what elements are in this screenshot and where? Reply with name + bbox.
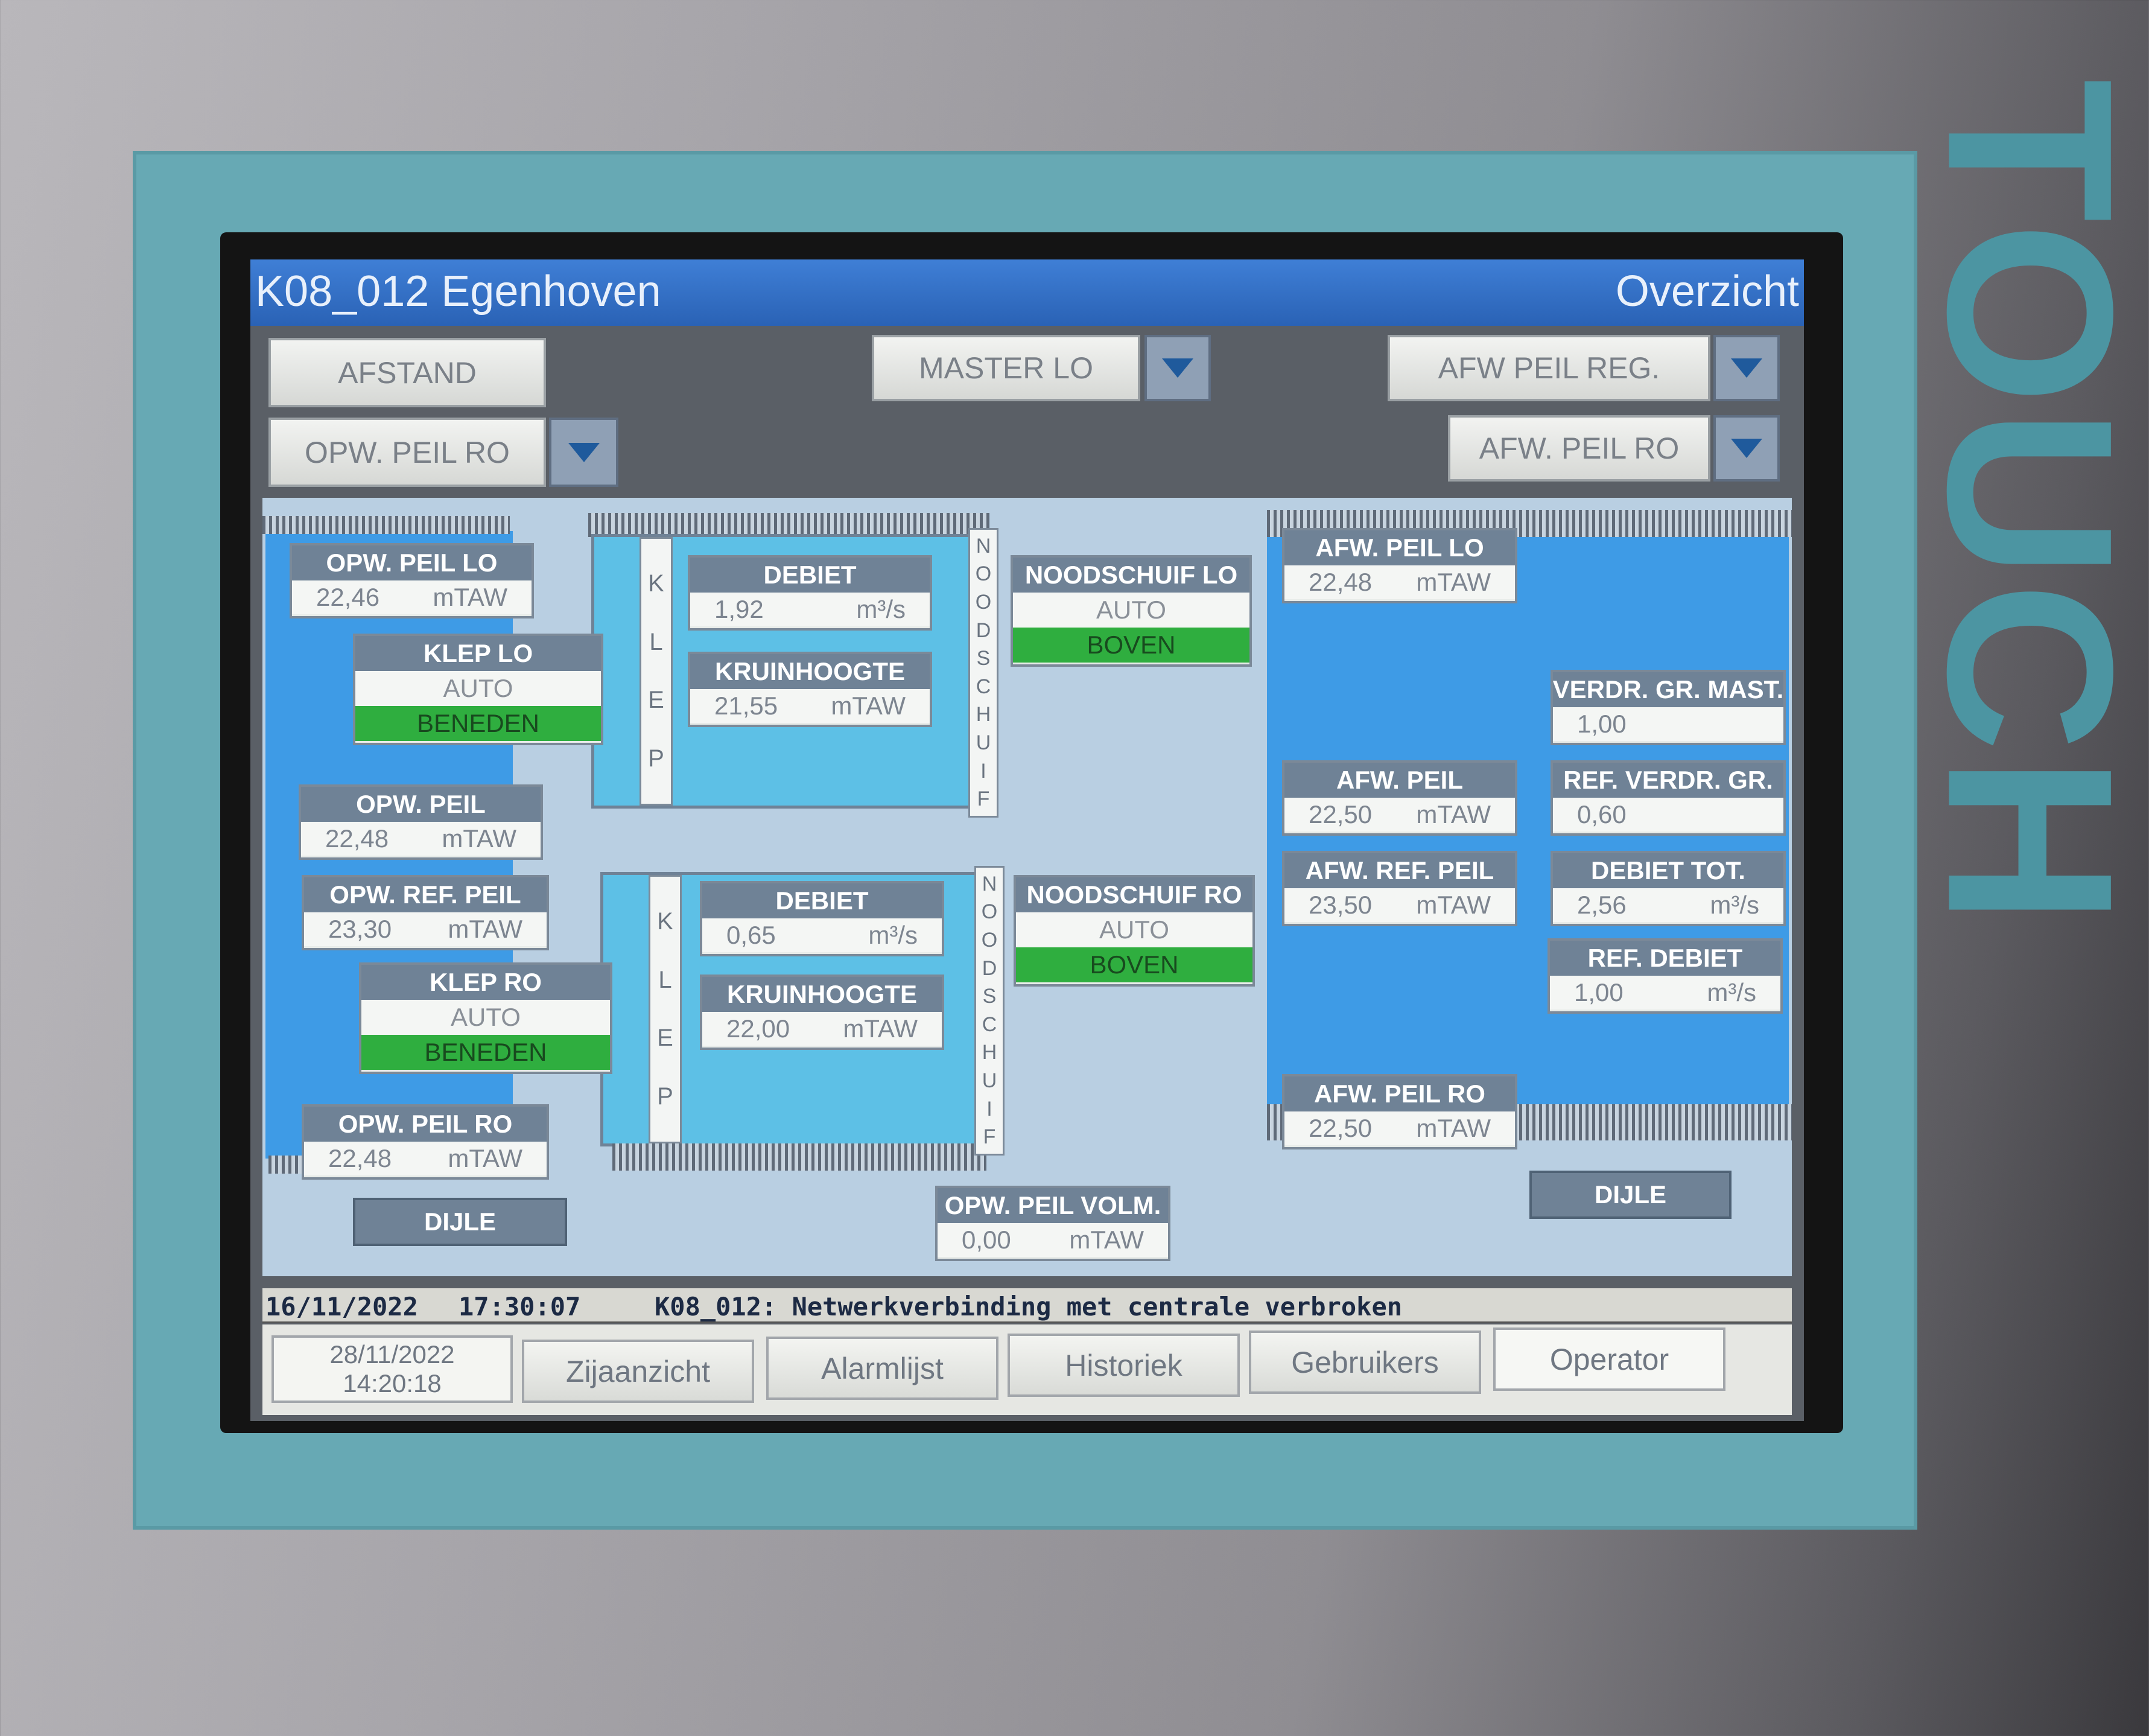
noodschuif-ro-box[interactable]: NOODSCHUIF RO AUTO BOVEN [1014, 875, 1255, 987]
master-dropdown[interactable] [1144, 335, 1211, 401]
nav-gebruikers-button[interactable]: Gebruikers [1249, 1331, 1481, 1394]
chevron-down-icon [1731, 358, 1762, 378]
hmi-screen: K08_012 Egenhoven Overzicht AFSTAND OPW.… [250, 259, 1804, 1421]
afw-peil-lo-box: AFW. PEIL LO 22,48 mTAW [1282, 528, 1517, 603]
alarm-date: 16/11/2022 [265, 1292, 418, 1321]
afw-peil-reg-select[interactable]: AFW PEIL REG. [1388, 335, 1710, 401]
grate-top-left [262, 516, 510, 534]
brand-label: TOUCH [1899, 78, 2149, 929]
chevron-down-icon [1731, 439, 1762, 458]
afw-ref-peil-box[interactable]: AFW. REF. PEIL 23,50 mTAW [1282, 851, 1517, 926]
river-label-right: DIJLE [1529, 1171, 1732, 1219]
debiet-lo-box: DEBIET 1,92 m³/s [688, 555, 932, 631]
view-title: Overzicht [1615, 267, 1799, 316]
nav-alarmlijst-button[interactable]: Alarmlijst [766, 1337, 998, 1400]
title-bar: K08_012 Egenhoven Overzicht [250, 259, 1804, 326]
klep-ro-state: BENEDEN [361, 1035, 610, 1070]
afw-peil-ro-dropdown[interactable] [1713, 415, 1780, 482]
klep-lo-state: BENEDEN [355, 706, 601, 741]
debiet-tot-box: DEBIET TOT. 2,56 m³/s [1551, 851, 1786, 926]
nav-historiek-button[interactable]: Historiek [1008, 1334, 1240, 1397]
klep-ro-label: KLEP [649, 875, 682, 1143]
clock-time: 14:20:18 [343, 1369, 442, 1397]
afw-peil-reg-dropdown[interactable] [1713, 335, 1780, 401]
clock-display: 28/11/2022 14:20:18 [271, 1335, 513, 1403]
ref-debiet-box[interactable]: REF. DEBIET 1,00 m³/s [1547, 938, 1783, 1014]
grate-gate-bottom [612, 1143, 986, 1171]
afw-peil-ro-select[interactable]: AFW. PEIL RO [1448, 415, 1710, 482]
klep-lo-label: KLEP [640, 537, 673, 806]
noodschuif-lo-label: NOODSCHUIF [968, 528, 998, 818]
nav-zijaanzicht-button[interactable]: Zijaanzicht [522, 1340, 754, 1403]
station-title: K08_012 Egenhoven [255, 267, 661, 316]
afstand-button[interactable]: AFSTAND [268, 338, 546, 407]
noodschuif-lo-state: BOVEN [1013, 628, 1249, 663]
opw-ref-peil-box[interactable]: OPW. REF. PEIL 23,30 mTAW [302, 875, 549, 950]
opw-peil-volm-box: OPW. PEIL VOLM. 0,00 mTAW [935, 1186, 1170, 1261]
afw-peil-box: AFW. PEIL 22,50 mTAW [1282, 760, 1517, 836]
opw-peil-ro-box: OPW. PEIL RO 22,48 mTAW [302, 1104, 549, 1180]
river-label-left: DIJLE [353, 1198, 567, 1246]
klep-ro-box[interactable]: KLEP RO AUTO BENEDEN [359, 962, 612, 1074]
klep-lo-box[interactable]: KLEP LO AUTO BENEDEN [353, 634, 603, 745]
noodschuif-ro-label: NOODSCHUIF [974, 866, 1005, 1156]
ref-verdr-gr-box[interactable]: REF. VERDR. GR. 0,60 [1551, 760, 1786, 836]
grate-gate-top [588, 513, 989, 537]
noodschuif-ro-state: BOVEN [1016, 947, 1252, 982]
chevron-down-icon [1162, 358, 1193, 378]
master-select[interactable]: MASTER LO [872, 335, 1140, 401]
afw-peil-ro-box: AFW. PEIL RO 22,50 mTAW [1282, 1074, 1517, 1149]
chevron-down-icon [568, 442, 600, 462]
debiet-ro-box: DEBIET 0,65 m³/s [700, 881, 944, 956]
process-diagram: KLEP NOODSCHUIF KLEP NOODSCHUIF OPW. PEI… [262, 498, 1792, 1276]
kruinhoogte-lo-box: KRUINHOOGTE 21,55 mTAW [688, 652, 932, 727]
opw-peil-ro-dropdown[interactable] [549, 418, 618, 487]
alarm-message: K08_012: Netwerkverbinding met centrale … [655, 1292, 1403, 1321]
opw-peil-lo-box: OPW. PEIL LO 22,46 mTAW [290, 543, 534, 618]
verdr-gr-mast-box: VERDR. GR. MAST. 1,00 [1551, 670, 1786, 745]
footer-bar: 28/11/2022 14:20:18 Zijaanzicht Alarmlij… [262, 1324, 1792, 1415]
alarm-time: 17:30:07 [459, 1292, 581, 1321]
kruinhoogte-ro-box: KRUINHOOGTE 22,00 mTAW [700, 975, 944, 1050]
alarm-line[interactable]: 16/11/2022 17:30:07 K08_012: Netwerkverb… [262, 1288, 1792, 1323]
noodschuif-lo-box[interactable]: NOODSCHUIF LO AUTO BOVEN [1011, 555, 1252, 667]
opw-peil-ro-select[interactable]: OPW. PEIL RO [268, 418, 546, 487]
clock-date: 28/11/2022 [329, 1340, 455, 1369]
nav-operator-button[interactable]: Operator [1493, 1327, 1725, 1391]
opw-peil-box: OPW. PEIL 22,48 mTAW [299, 784, 543, 860]
